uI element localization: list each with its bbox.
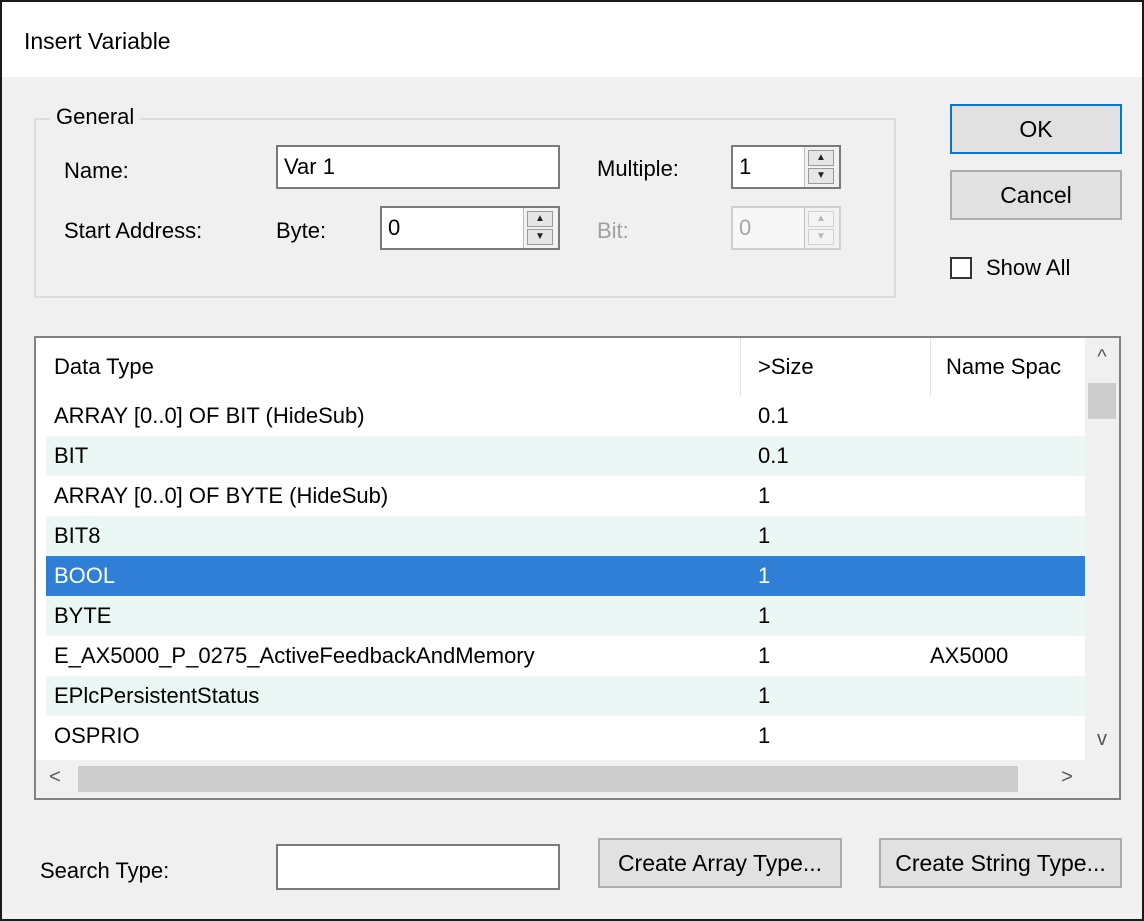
bit-spinner: ▲ ▼ [804, 208, 839, 248]
scroll-up-icon[interactable]: ^ [1085, 346, 1119, 369]
dialog-title: Insert Variable [24, 28, 171, 54]
cell-size: 1 [758, 603, 771, 628]
byte-spinner[interactable]: ▲ ▼ [523, 208, 558, 248]
column-separator[interactable] [930, 338, 931, 396]
scroll-right-icon[interactable]: > [1050, 766, 1084, 789]
table-row-selected[interactable]: BOOL 1 [46, 556, 1085, 596]
cell-data-type: E_AX5000_P_0275_ActiveFeedbackAndMemory [54, 643, 535, 668]
cell-data-type: BIT [54, 443, 89, 468]
name-input[interactable] [276, 145, 560, 189]
cancel-button[interactable]: Cancel [950, 170, 1122, 220]
ok-button[interactable]: OK [950, 104, 1122, 154]
horizontal-scrollbar[interactable]: < > [36, 760, 1119, 798]
title-bar: Insert Variable [2, 2, 1142, 77]
bit-spin-down-icon: ▼ [808, 229, 834, 245]
cell-size: 0.1 [758, 443, 789, 468]
column-header-data-type[interactable]: Data Type [54, 338, 154, 396]
bit-label: Bit: [597, 218, 629, 243]
vertical-scroll-thumb[interactable] [1088, 383, 1116, 419]
table-row[interactable]: ARRAY [0..0] OF BYTE (HideSub) 1 [46, 476, 1085, 516]
cell-size: 1 [758, 523, 771, 548]
show-all-label[interactable]: Show All [986, 255, 1070, 281]
cell-size: 1 [758, 683, 771, 708]
create-string-type-button[interactable]: Create String Type... [879, 838, 1122, 888]
multiple-spin-up-icon[interactable]: ▲ [808, 150, 834, 166]
general-group-legend: General [50, 104, 141, 130]
show-all-checkbox[interactable] [950, 257, 972, 279]
cell-data-type: BIT8 [54, 523, 101, 548]
cell-data-type: EPlcPersistentStatus [54, 683, 260, 708]
table-row[interactable]: E_AX5000_P_0275_ActiveFeedbackAndMemory … [46, 636, 1085, 676]
multiple-label: Multiple: [597, 156, 679, 181]
bit-spin-up-icon: ▲ [808, 211, 834, 227]
cell-data-type: ARRAY [0..0] OF BIT (HideSub) [54, 403, 365, 428]
insert-variable-dialog: Insert Variable General Name: Multiple: … [0, 0, 1144, 921]
multiple-spinner[interactable]: ▲ ▼ [804, 147, 839, 187]
scroll-left-icon[interactable]: < [38, 766, 72, 789]
byte-label: Byte: [276, 218, 327, 243]
cell-size: 1 [758, 723, 771, 748]
search-type-input[interactable] [276, 844, 560, 890]
table-row[interactable]: EPlcPersistentStatus 1 [46, 676, 1085, 716]
horizontal-scroll-thumb[interactable] [78, 766, 1018, 792]
column-header-name-space[interactable]: Name Spac [946, 338, 1082, 396]
table-row[interactable]: OSPRIO 1 [46, 716, 1085, 756]
cell-data-type: BOOL [54, 563, 116, 588]
cell-size: 1 [758, 483, 771, 508]
table-row[interactable]: BYTE 1 [46, 596, 1085, 636]
data-type-list[interactable]: Data Type >Size Name Spac ARRAY [0..0] O… [34, 336, 1121, 800]
search-type-label: Search Type: [40, 858, 170, 883]
cell-data-type: ARRAY [0..0] OF BYTE (HideSub) [54, 483, 389, 508]
vertical-scrollbar[interactable]: ^ v [1085, 338, 1119, 760]
cell-size: 1 [758, 563, 771, 588]
create-array-type-button[interactable]: Create Array Type... [598, 838, 842, 888]
table-row[interactable]: ARRAY [0..0] OF BIT (HideSub) 0.1 [46, 396, 1085, 436]
table-row[interactable]: BIT8 1 [46, 516, 1085, 556]
table-row[interactable]: BIT 0.1 [46, 436, 1085, 476]
byte-spin-down-icon[interactable]: ▼ [527, 229, 553, 245]
column-header-size[interactable]: >Size [758, 338, 814, 396]
list-header: Data Type >Size Name Spac [36, 338, 1085, 396]
multiple-spin-down-icon[interactable]: ▼ [808, 168, 834, 184]
column-separator[interactable] [740, 338, 741, 396]
cell-size: 0.1 [758, 403, 789, 428]
scroll-down-icon[interactable]: v [1085, 728, 1119, 751]
name-label: Name: [64, 158, 129, 183]
cell-size: 1 [758, 643, 771, 668]
start-address-label: Start Address: [64, 218, 203, 243]
cell-data-type: OSPRIO [54, 723, 140, 748]
byte-spin-up-icon[interactable]: ▲ [527, 211, 553, 227]
cell-name-space: AX5000 [930, 643, 1009, 668]
cell-data-type: BYTE [54, 603, 112, 628]
